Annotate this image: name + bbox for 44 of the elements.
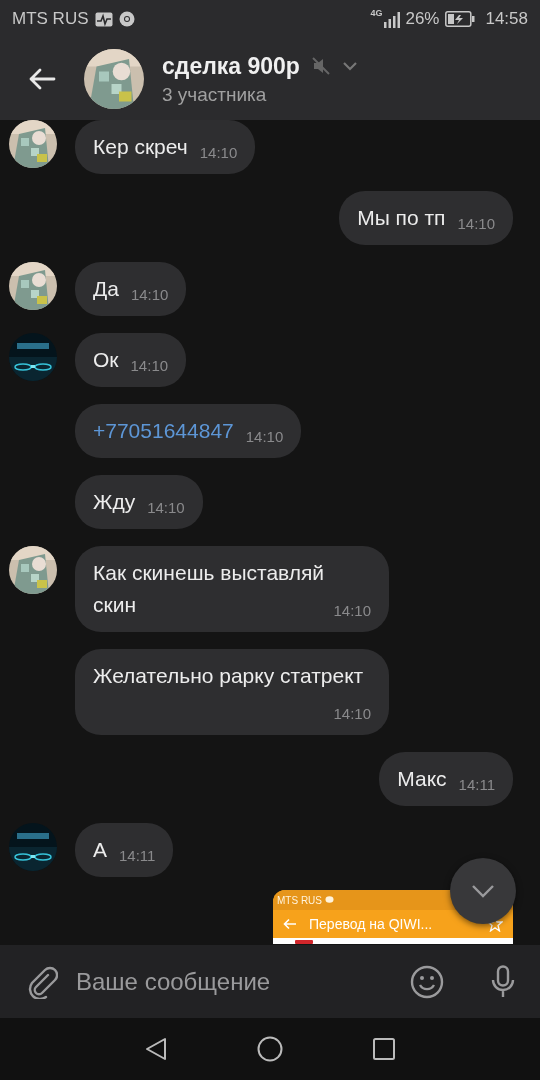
- emoji-icon[interactable]: [410, 964, 444, 999]
- recents-nav-icon[interactable]: [373, 1038, 395, 1060]
- message-text: Кер скреч: [93, 135, 188, 158]
- attach-icon[interactable]: [26, 964, 58, 999]
- chevron-down-icon[interactable]: [341, 61, 358, 71]
- message-text: Жду: [93, 490, 136, 513]
- message-text: Как скинешь выставляй скин: [93, 561, 325, 616]
- message-text: Мы по тп: [357, 206, 446, 229]
- clock-time: 14:58: [485, 9, 528, 29]
- home-nav-icon[interactable]: [257, 1036, 283, 1062]
- message-text: Да: [93, 277, 119, 300]
- message-time: 14:10: [333, 704, 371, 724]
- message-time: 14:10: [147, 498, 185, 518]
- message-text: Макс: [397, 767, 447, 790]
- battery-icon: [445, 11, 476, 27]
- carrier-name: MTS RUS: [12, 9, 89, 29]
- chevron-down-icon: [471, 884, 495, 898]
- back-nav-icon[interactable]: [145, 1037, 167, 1061]
- back-arrow-icon[interactable]: [28, 68, 56, 90]
- message-time: 14:10: [130, 356, 169, 376]
- browser-icon: [118, 11, 135, 27]
- message-time: 14:10: [199, 143, 238, 163]
- message-time: 14:10: [245, 427, 284, 447]
- status-text: MTS RUS: [277, 894, 322, 906]
- battery-percent: 26%: [405, 9, 440, 29]
- message-text: А: [93, 838, 107, 861]
- message-time: 14:10: [333, 601, 371, 621]
- microphone-icon[interactable]: [490, 964, 516, 999]
- logo-icon: [295, 940, 313, 944]
- message-text: Ок: [93, 348, 119, 371]
- member-count: 3 участника: [162, 83, 268, 106]
- chat-title: сделка 900р: [162, 52, 300, 80]
- scroll-down-overlay[interactable]: [450, 858, 516, 924]
- message-text: Желательно рарку статрект: [93, 664, 364, 687]
- message-time: 14:10: [130, 285, 169, 305]
- back-arrow-icon: [283, 918, 297, 930]
- message-time: 14:11: [119, 846, 156, 866]
- message-time: 14:11: [458, 775, 495, 795]
- activity-icon: [94, 11, 113, 27]
- phone-link[interactable]: +77051644847: [93, 419, 234, 442]
- network-type: 4G: [370, 9, 383, 18]
- screen-title: Перевод на QIWI...: [309, 916, 434, 932]
- chat-bubble-icon: [325, 896, 334, 904]
- message-time: 14:10: [457, 214, 495, 234]
